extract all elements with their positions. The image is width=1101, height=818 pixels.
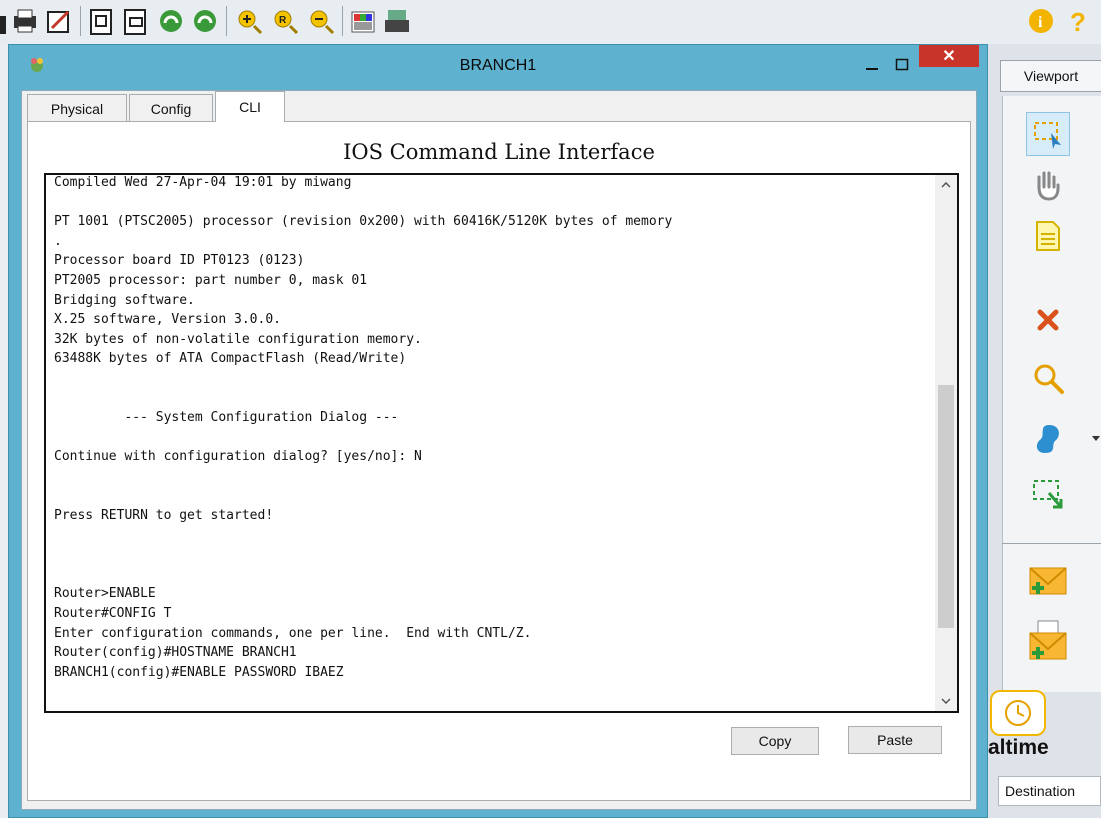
maximize-button[interactable]: [887, 53, 917, 77]
copy-button[interactable]: Copy: [731, 727, 819, 755]
title-bar[interactable]: BRANCH1 ✕: [9, 45, 987, 85]
print-icon[interactable]: [10, 6, 40, 36]
realtime-mode-label: altime: [988, 736, 1049, 759]
paste-button[interactable]: Paste: [848, 726, 942, 754]
cli-tab-panel: IOS Command Line Interface Compiled Wed …: [27, 121, 971, 801]
zoom-reset-icon[interactable]: R: [270, 6, 300, 36]
zoom-in-icon[interactable]: [234, 6, 264, 36]
hand-icon[interactable]: [1026, 162, 1070, 206]
draw-shape-icon[interactable]: [1026, 416, 1070, 460]
terminal-output[interactable]: Compiled Wed 27-Apr-04 19:01 by miwang P…: [54, 175, 929, 682]
tab-physical[interactable]: Physical: [27, 94, 127, 122]
terminal-scrollbar[interactable]: [935, 175, 957, 711]
note-icon[interactable]: [1026, 214, 1070, 258]
resize-icon[interactable]: [1026, 472, 1070, 516]
tab-cli[interactable]: CLI: [215, 91, 285, 122]
viewport-button[interactable]: Viewport: [1000, 60, 1101, 92]
minimize-button[interactable]: [857, 53, 887, 77]
svg-text:R: R: [279, 15, 287, 26]
paste-icon[interactable]: [120, 6, 150, 36]
palette-icon[interactable]: [348, 6, 378, 36]
destination-column-header: Destination: [998, 776, 1101, 806]
add-simple-pdu-icon[interactable]: [1026, 560, 1070, 604]
delete-icon[interactable]: [1026, 298, 1070, 342]
scrollbar-thumb[interactable]: [938, 384, 954, 628]
window-title: BRANCH1: [459, 57, 537, 74]
tools-divider: [1002, 543, 1101, 544]
device-dialog-window: BRANCH1 ✕ Physical Config CLI IOS Comman…: [8, 44, 988, 818]
add-complex-pdu-icon[interactable]: [1026, 620, 1070, 664]
info-icon[interactable]: i: [1026, 6, 1056, 36]
scroll-up-arrow-icon[interactable]: [935, 175, 957, 195]
redo-icon[interactable]: [190, 6, 220, 36]
main-toolbar: R i ?: [0, 0, 1101, 44]
dialog-client-area: Physical Config CLI IOS Command Line Int…: [21, 90, 977, 810]
help-icon[interactable]: ?: [1064, 6, 1094, 37]
realtime-mode-badge[interactable]: [990, 690, 1046, 736]
select-icon[interactable]: [1026, 112, 1070, 156]
custom-device-icon[interactable]: [382, 6, 412, 36]
tab-config[interactable]: Config: [129, 94, 213, 122]
copy-icon[interactable]: [86, 6, 116, 36]
cli-terminal[interactable]: Compiled Wed 27-Apr-04 19:01 by miwang P…: [44, 173, 959, 713]
zoom-out-icon[interactable]: [306, 6, 336, 36]
chevron-down-icon[interactable]: [1092, 436, 1100, 442]
svg-text:?: ?: [1070, 7, 1086, 36]
undo-icon[interactable]: [156, 6, 186, 36]
svg-text:i: i: [1038, 14, 1043, 31]
cli-heading: IOS Command Line Interface: [343, 140, 655, 164]
inspect-icon[interactable]: [1026, 356, 1070, 400]
activity-wizard-icon[interactable]: [44, 6, 74, 36]
scroll-down-arrow-icon[interactable]: [935, 691, 957, 711]
close-button[interactable]: ✕: [919, 45, 979, 67]
